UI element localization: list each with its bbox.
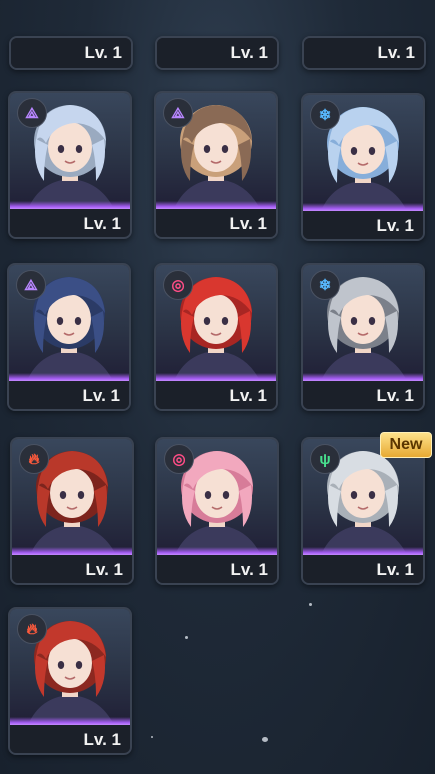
rarity-bar [10,717,130,725]
card-top-right-partial[interactable]: Lv. 1 [302,36,426,70]
level-label: Lv. 1 [303,381,423,409]
rarity-bar [156,201,276,209]
snow-speck [262,737,268,742]
snow-speck [185,636,188,639]
triangle-shard-icon: ⟁ [17,98,47,128]
wind-claw-icon: ψ [310,444,340,474]
rarity-bar [9,373,129,381]
rarity-bar [12,547,132,555]
snowflake-icon: ❄ [310,270,340,300]
spiral-icon: ◎ [163,270,193,300]
level-label: Lv. 1 [303,555,423,583]
spiral-icon: ◎ [164,444,194,474]
level-label: Lv. 1 [9,381,129,409]
card-red-glasses[interactable]: 🔥︎ Lv. 1 [10,437,134,585]
rarity-bar [303,547,423,555]
snowflake-icon: ❄ [310,100,340,130]
level-label: Lv. 1 [156,381,276,409]
card-silver-twintail[interactable]: ⟁ Lv. 1 [8,91,132,239]
card-mouse-ears[interactable]: ⟁ Lv. 1 [154,91,278,239]
snow-speck [151,736,153,738]
level-label: Lv. 1 [157,38,277,68]
card-red-ponytail[interactable]: 🔥︎ Lv. 1 [8,607,132,755]
level-label: Lv. 1 [156,209,276,237]
triangle-shard-icon: ⟁ [163,98,193,128]
flame-icon: 🔥︎ [17,614,47,644]
level-label: Lv. 1 [10,209,130,237]
rarity-bar [10,201,130,209]
level-label: Lv. 1 [303,211,423,239]
card-top-left-partial[interactable]: Lv. 1 [9,36,133,70]
rarity-bar [156,373,276,381]
new-badge: New [380,432,432,458]
rarity-bar [157,547,277,555]
level-label: Lv. 1 [12,555,132,583]
rarity-bar [303,373,423,381]
level-label: Lv. 1 [10,725,130,753]
flame-icon: 🔥︎ [19,444,49,474]
card-blue-bun[interactable]: ❄ Lv. 1 [301,93,425,241]
level-label: Lv. 1 [157,555,277,583]
level-label: Lv. 1 [11,38,131,68]
snow-speck [309,603,312,606]
rarity-bar [303,203,423,211]
card-red-short[interactable]: ◎ Lv. 1 [154,263,278,411]
card-navy-man[interactable]: ⟁ Lv. 1 [7,263,131,411]
triangle-shard-icon: ⟁ [16,270,46,300]
card-grey-cap[interactable]: ❄ Lv. 1 [301,263,425,411]
card-pink-bow[interactable]: ◎ Lv. 1 [155,437,279,585]
level-label: Lv. 1 [304,38,424,68]
card-white-long[interactable]: ψ Lv. 1 [301,437,425,585]
card-top-middle-partial[interactable]: Lv. 1 [155,36,279,70]
